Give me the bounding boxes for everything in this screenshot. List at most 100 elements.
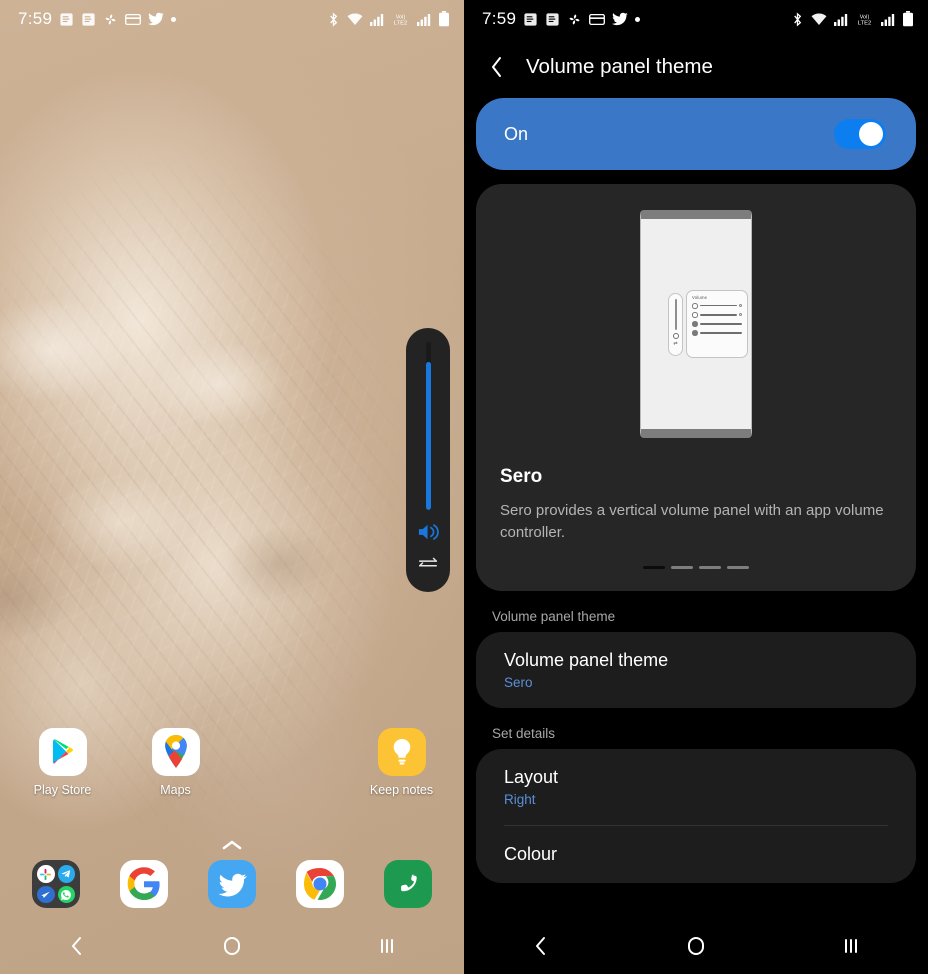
mock-slider-row xyxy=(692,303,742,309)
google-maps-icon xyxy=(151,728,200,776)
signal-icon xyxy=(370,13,384,26)
volume-slider-track[interactable] xyxy=(425,342,431,510)
section-label-set-details: Set details xyxy=(492,725,556,741)
left-phone-home-screen: 7:59 VoI) LTE2 Play Store Maps Keep note… xyxy=(0,0,464,974)
mock-row-knob xyxy=(692,321,698,327)
signal-icon xyxy=(417,13,431,26)
mock-volume-card-title: Volume xyxy=(692,295,708,300)
bluetooth-icon xyxy=(327,11,340,27)
page-indicator-dash[interactable] xyxy=(727,565,749,569)
list-item-value: Sero xyxy=(504,674,533,690)
list-item-layout[interactable]: Layout Right xyxy=(476,749,916,825)
signal-icon xyxy=(834,13,848,26)
dot-icon xyxy=(171,16,177,22)
mock-slider-knob xyxy=(672,332,679,339)
wallpaper-highlight-overlay xyxy=(0,255,380,685)
chrome-icon[interactable] xyxy=(296,860,344,908)
master-toggle-label: On xyxy=(504,123,529,144)
app-empty-slot xyxy=(232,728,345,797)
recents-bars-icon[interactable] xyxy=(821,926,881,966)
volte-badge-icon: VoI) LTE2 xyxy=(391,12,410,27)
settings-card-set-details: Layout Right Colour xyxy=(476,748,916,883)
mock-row-line xyxy=(700,332,742,334)
back-chevron-icon[interactable] xyxy=(47,926,107,966)
back-chevron-icon[interactable] xyxy=(511,926,571,966)
mock-slider-row xyxy=(692,330,742,336)
twitter-icon xyxy=(612,12,629,26)
twitter-icon[interactable] xyxy=(208,860,256,908)
recents-bars-icon[interactable] xyxy=(357,926,417,966)
speaker-volume-icon[interactable] xyxy=(417,522,440,547)
mock-row-knob xyxy=(692,303,698,309)
mock-row-knob xyxy=(692,312,698,318)
app-label: Keep notes xyxy=(369,783,434,797)
home-dock xyxy=(0,860,464,908)
page-indicator-dash[interactable] xyxy=(699,565,721,569)
bluetooth-icon xyxy=(791,11,804,27)
page-indicator-dash[interactable] xyxy=(643,565,665,569)
mock-row-line xyxy=(700,314,737,316)
mock-volume-panel-group: ⇄ Volume xyxy=(668,290,748,358)
mock-row-end xyxy=(739,304,742,308)
mock-row-knob xyxy=(692,330,698,336)
app-keep-notes[interactable]: Keep notes xyxy=(345,728,458,797)
home-circle-icon[interactable] xyxy=(202,926,262,966)
document-icon xyxy=(545,12,560,27)
home-circle-icon[interactable] xyxy=(666,926,726,966)
volume-panel-overlay[interactable] xyxy=(406,328,450,592)
master-toggle-card[interactable]: On xyxy=(476,98,916,170)
svg-text:LTE2: LTE2 xyxy=(858,20,872,26)
page-indicator-dash[interactable] xyxy=(671,565,693,569)
back-chevron-icon[interactable] xyxy=(484,54,510,80)
list-item-colour[interactable]: Colour xyxy=(476,826,916,883)
swap-arrows-icon[interactable] xyxy=(417,555,439,576)
mock-volume-card: Volume xyxy=(686,290,748,358)
battery-icon xyxy=(438,11,450,27)
play-store-icon xyxy=(38,728,87,776)
signal-icon xyxy=(881,13,895,26)
settings-card-volume-panel-theme: Volume panel theme Sero xyxy=(476,631,916,708)
master-toggle-switch[interactable] xyxy=(834,119,886,149)
svg-text:VoI): VoI) xyxy=(860,14,870,20)
mock-slider-row xyxy=(692,312,742,318)
app-folder-icon[interactable] xyxy=(32,860,80,908)
app-label: Maps xyxy=(160,783,191,797)
list-item-title: Layout xyxy=(504,766,559,787)
mock-phone-illustration: ⇄ Volume xyxy=(640,210,752,438)
carousel-page-indicator[interactable] xyxy=(500,565,892,569)
mock-slider-track xyxy=(674,298,677,330)
app-label: Play Store xyxy=(33,783,92,797)
theme-preview-stage: ⇄ Volume xyxy=(500,210,892,438)
volte-badge-icon: VoI) LTE2 xyxy=(855,12,874,27)
right-navigation-bar xyxy=(464,918,928,974)
theme-preview-card[interactable]: ⇄ Volume Sero Sero provides a vertical v… xyxy=(476,184,916,591)
right-status-bar: 7:59 VoI) LTE2 xyxy=(464,0,928,38)
list-item-title: Volume panel theme xyxy=(504,649,669,670)
settings-header: Volume panel theme xyxy=(464,38,928,94)
battery-icon xyxy=(902,11,914,27)
app-drawer-chevron-up-icon[interactable] xyxy=(0,838,464,857)
volume-slider-fill xyxy=(425,362,431,510)
left-navigation-bar xyxy=(0,918,464,974)
mock-vertical-slider: ⇄ xyxy=(668,292,683,356)
mock-row-line xyxy=(700,305,737,307)
theme-description: Sero provides a vertical volume panel wi… xyxy=(500,502,884,541)
google-icon[interactable] xyxy=(120,860,168,908)
pinwheel-icon xyxy=(103,12,118,27)
status-bar-left-group: 7:59 xyxy=(482,9,791,29)
switch-knob xyxy=(859,122,883,146)
pinwheel-icon xyxy=(567,12,582,27)
app-maps[interactable]: Maps xyxy=(119,728,232,797)
app-play-store[interactable]: Play Store xyxy=(6,728,119,797)
svg-text:VoI): VoI) xyxy=(396,14,406,20)
list-item-title: Colour xyxy=(504,843,558,864)
dual-screenshot-comparison: 7:59 VoI) LTE2 Play Store Maps Keep note… xyxy=(0,0,928,974)
phone-icon[interactable] xyxy=(384,860,432,908)
wifi-icon xyxy=(811,12,827,26)
dot-icon xyxy=(635,16,641,22)
twitter-icon xyxy=(148,12,165,26)
list-item-volume-panel-theme[interactable]: Volume panel theme Sero xyxy=(476,632,916,708)
mock-row-line xyxy=(700,323,742,325)
document-icon xyxy=(523,12,538,27)
card-icon xyxy=(589,13,606,26)
